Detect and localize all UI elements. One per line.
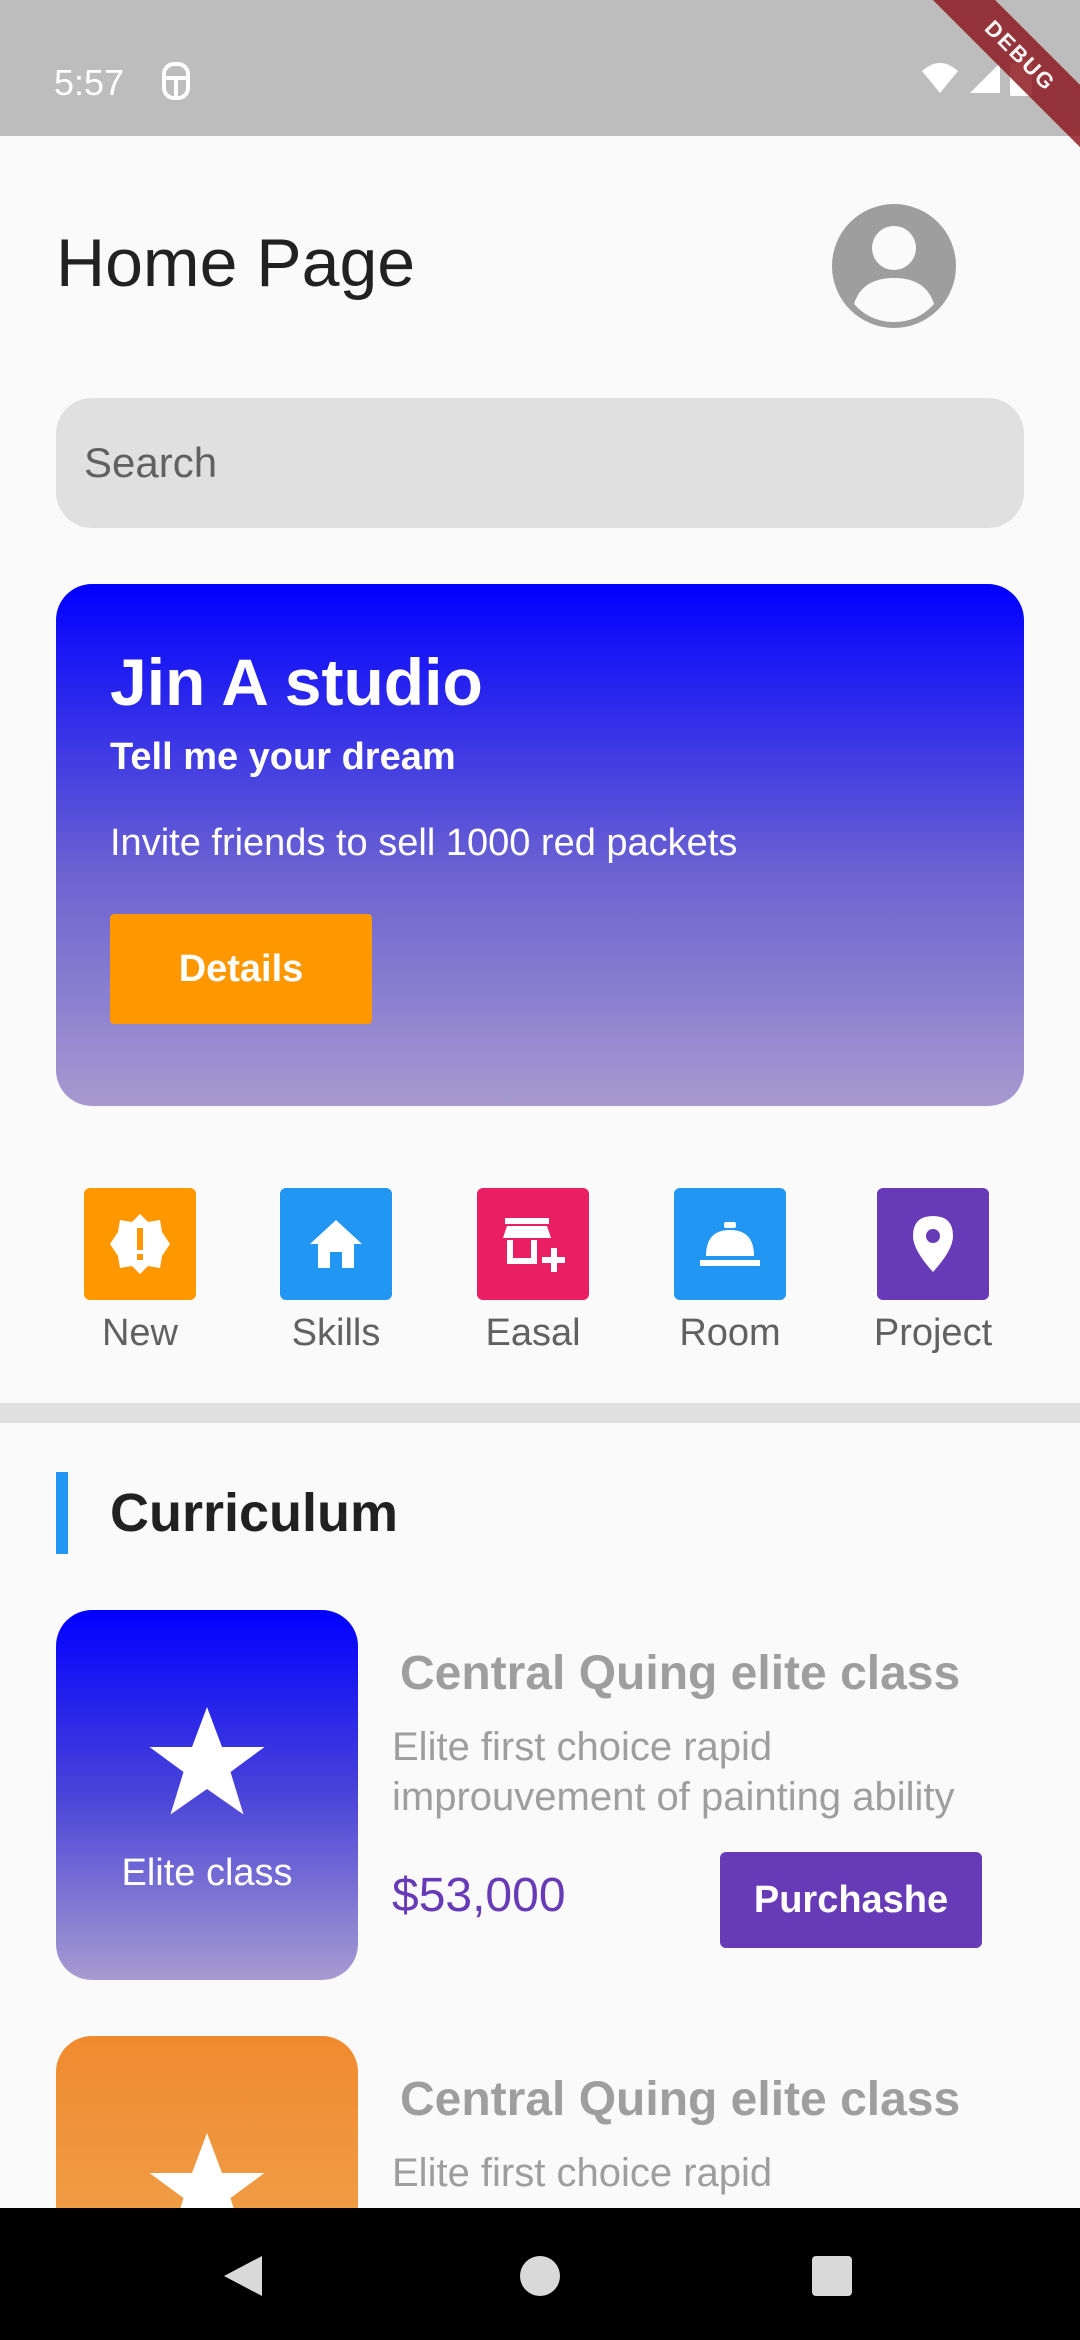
system-nav-bar (0, 2208, 1080, 2340)
banner-description: Invite friends to sell 1000 red packets (110, 822, 738, 864)
category-new[interactable]: New (60, 1188, 220, 1355)
location-pin-icon (877, 1188, 989, 1300)
new-releases-icon (84, 1188, 196, 1300)
category-label: Easal (485, 1312, 581, 1354)
avatar[interactable] (832, 204, 956, 328)
home-icon (280, 1188, 392, 1300)
thumbnail-label: Elite class (121, 1852, 293, 1894)
section-divider (0, 1403, 1080, 1423)
banner-title: Jin A studio (110, 645, 483, 719)
status-time: 5:57 (54, 62, 125, 103)
signal-icon (970, 63, 1000, 93)
course-price: $53,000 (392, 1869, 566, 1922)
recents-icon[interactable] (812, 2256, 852, 2296)
course-title: Central Quing elite class (400, 1647, 961, 1700)
search-input[interactable] (84, 398, 984, 528)
account-icon (854, 226, 934, 322)
course-description: Elite first choice rapid (392, 2151, 773, 2195)
category-label: New (101, 1312, 179, 1354)
wifi-icon (922, 63, 958, 93)
category-label: Skills (291, 1312, 381, 1354)
home-nav-icon[interactable] (518, 2254, 562, 2298)
category-project[interactable]: Project (853, 1188, 1013, 1355)
category-easal[interactable]: Easal (453, 1188, 613, 1355)
category-label: Project (873, 1312, 993, 1354)
purchase-button[interactable]: Purchashe (720, 1852, 982, 1948)
category-skills[interactable]: Skills (256, 1188, 416, 1355)
category-label: Room (679, 1312, 781, 1354)
room-service-icon (674, 1188, 786, 1300)
banner-subtitle: Tell me your dream (110, 736, 456, 778)
course-thumbnail[interactable]: Elite class (56, 1610, 358, 1980)
section-accent-bar (56, 1472, 68, 1554)
add-business-icon (477, 1188, 589, 1300)
section-title: Curriculum (110, 1483, 399, 1543)
category-room[interactable]: Room (650, 1188, 810, 1355)
course-title: Central Quing elite class (400, 2073, 961, 2126)
course-description: Elite first choice rapid improuvement of… (392, 1725, 955, 1819)
notification-icon (162, 62, 190, 100)
page-title: Home Page (56, 225, 416, 301)
status-bar: 5:57 DEBUG (0, 0, 1080, 164)
promo-banner: Jin A studio Tell me your dream Invite f… (56, 584, 1024, 1106)
star-icon (149, 1707, 265, 1815)
back-icon[interactable] (222, 2254, 264, 2298)
details-button[interactable]: Details (110, 914, 372, 1024)
search-box[interactable] (56, 398, 1024, 528)
